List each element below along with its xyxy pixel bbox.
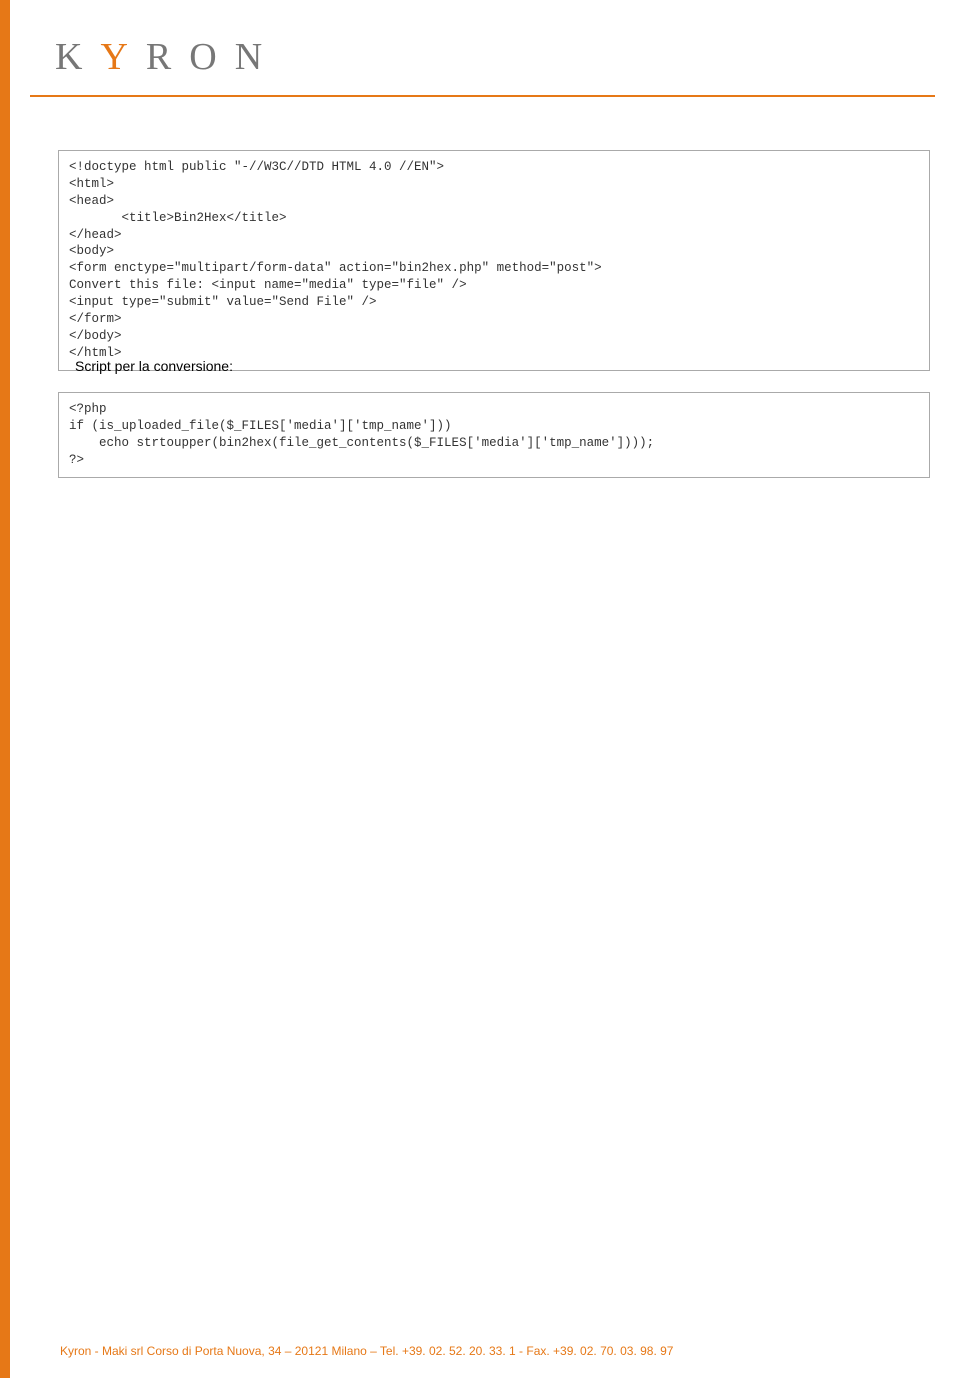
code-block-php: <?php if (is_uploaded_file($_FILES['medi… — [58, 392, 930, 478]
logo-text-pre: K — [55, 36, 100, 78]
logo: KYRON — [55, 35, 905, 79]
footer-text: Kyron - Maki srl Corso di Porta Nuova, 3… — [60, 1344, 673, 1358]
section-caption: Script per la conversione: — [75, 358, 233, 374]
logo-text-post: RON — [146, 36, 280, 78]
logo-text-y: Y — [100, 36, 145, 78]
left-accent-bar — [0, 0, 10, 1378]
header-divider — [30, 95, 935, 97]
code-block-html: <!doctype html public "-//W3C//DTD HTML … — [58, 150, 930, 371]
